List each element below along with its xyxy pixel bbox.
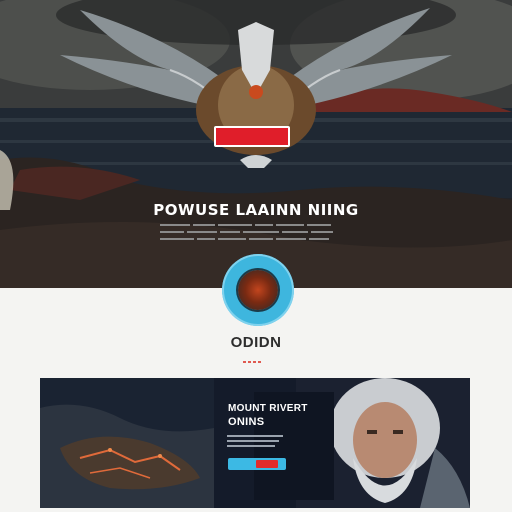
brand-logo-badge bbox=[222, 254, 294, 326]
promo-title: MOUNT RIVERT bbox=[228, 403, 308, 414]
brand-tagline bbox=[243, 361, 269, 364]
hero-subtitle-line-2 bbox=[160, 231, 352, 234]
promo-subtitle: ONINS bbox=[228, 416, 265, 428]
brand-name: ODIDN bbox=[230, 334, 282, 351]
promo-text-line-3 bbox=[227, 445, 275, 447]
hero-subtitle-line-1 bbox=[160, 224, 352, 227]
hero-section: POWUSE LAAINN NIING bbox=[0, 0, 512, 288]
promo-card[interactable] bbox=[40, 378, 470, 508]
hero-subtitle-line-3 bbox=[160, 238, 352, 241]
hero-cta-button[interactable] bbox=[214, 126, 290, 147]
hero-title: POWUSE LAAINN NIING bbox=[153, 201, 359, 219]
eye-icon bbox=[238, 270, 278, 310]
promo-text-line-2 bbox=[227, 440, 279, 442]
promo-text-line-1 bbox=[227, 435, 283, 437]
promo-action-badge bbox=[256, 460, 278, 468]
